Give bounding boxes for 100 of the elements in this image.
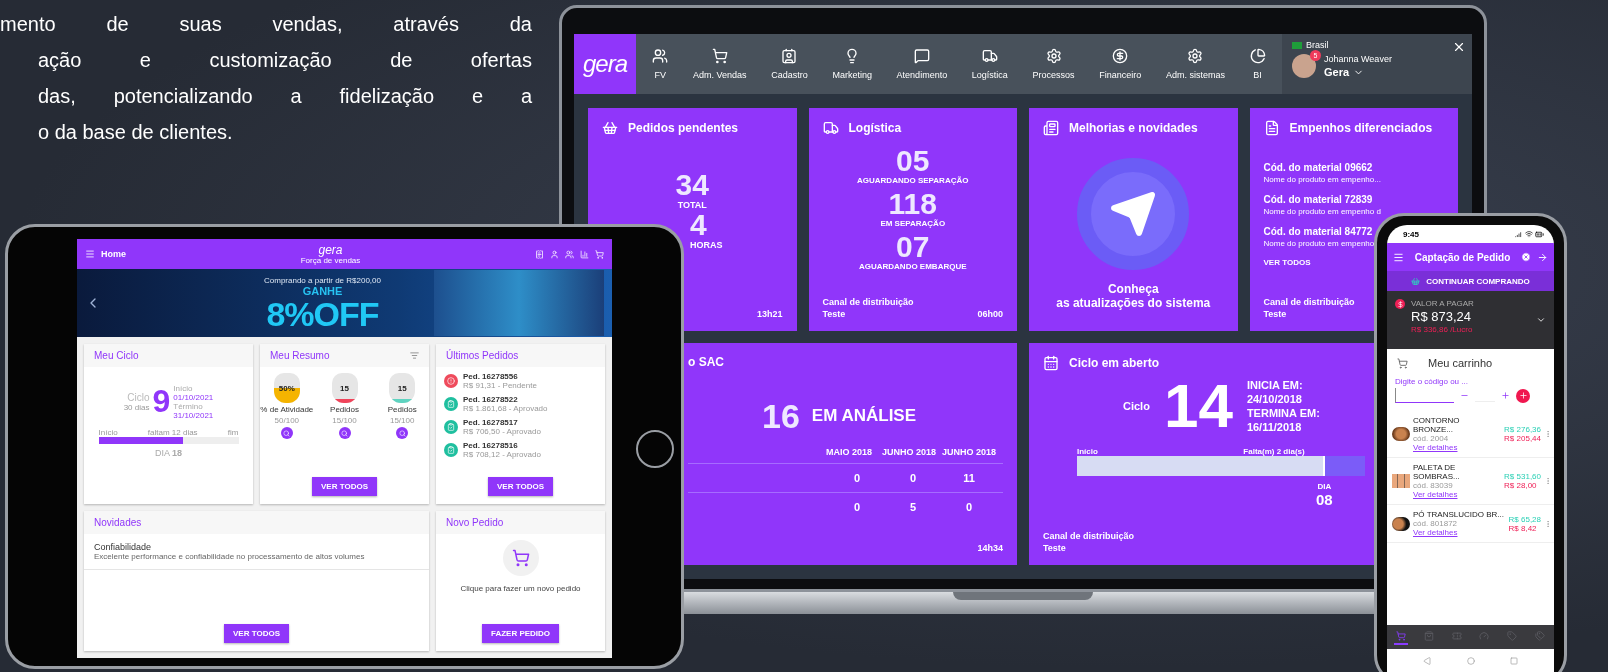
bar-label: Falta(m) 2 dia(s) <box>1243 446 1305 456</box>
nav-item[interactable]: Logística <box>971 34 1008 94</box>
channel-value: Teste <box>1263 308 1288 319</box>
stat-value: 05 <box>896 146 930 176</box>
chart-icon[interactable] <box>580 249 589 259</box>
status-label: EM ANÁLISE <box>811 405 917 426</box>
nav-item[interactable]: FV <box>652 34 669 94</box>
search-button[interactable] <box>396 427 409 439</box>
gauge-icon <box>1479 631 1490 641</box>
gauge-label: Pedidos <box>387 405 417 414</box>
plus-button[interactable] <box>1501 391 1510 400</box>
cart-icon[interactable] <box>595 249 604 259</box>
see-all-button[interactable]: VER TODOS <box>312 477 377 496</box>
nav-item[interactable]: Atendimento <box>896 34 948 94</box>
filter-icon[interactable] <box>410 351 419 360</box>
plus-icon <box>1518 391 1528 400</box>
home-icon[interactable] <box>1466 657 1475 665</box>
date-label: Início <box>173 383 193 393</box>
recents-icon[interactable] <box>1510 657 1519 665</box>
channel-value: Teste <box>1043 543 1067 553</box>
product-price: R$ 65,28 <box>1508 514 1541 524</box>
nav-item[interactable]: Cadastro <box>771 34 808 94</box>
clear-icon[interactable] <box>1521 252 1531 262</box>
gauge-label: Pedidos <box>330 405 359 414</box>
new-order-button[interactable]: FAZER PEDIDO <box>481 624 560 643</box>
chevron-down-icon[interactable] <box>1536 315 1546 325</box>
see-all-button[interactable]: VER TODOS <box>224 624 289 643</box>
details-link[interactable]: Ver detalhes <box>1413 443 1458 452</box>
back-icon[interactable] <box>1422 657 1431 665</box>
order-number: Ped. 16278556 <box>463 372 518 381</box>
status-time: 9:45 <box>1403 229 1419 239</box>
search-button[interactable] <box>338 427 351 439</box>
card-title: Melhorias e novidades <box>1069 121 1198 135</box>
day-label: DIA <box>1317 481 1332 491</box>
details-link[interactable]: Ver detalhes <box>1413 528 1458 537</box>
cart-icon <box>511 549 530 567</box>
cart-icon <box>1395 631 1406 641</box>
nav-item[interactable]: Financeiro <box>1099 34 1142 94</box>
column-header: JUNHO 2018 <box>941 446 997 457</box>
order-detail: R$ 91,31 - Pendente <box>463 381 537 390</box>
profit-text: R$ 336,86 /Lucro <box>1411 325 1473 334</box>
code-input-field[interactable] <box>1395 388 1454 403</box>
amount-value: R$ 873,24 <box>1411 309 1471 324</box>
nav-tab[interactable] <box>1393 629 1408 645</box>
users-icon[interactable] <box>565 249 574 259</box>
card-title: Meu Resumo <box>270 350 330 361</box>
input-label: Digite o código ou ... <box>1395 377 1469 386</box>
more-icon[interactable] <box>1544 519 1552 528</box>
more-icon[interactable] <box>1544 477 1552 485</box>
table-cell-text: 0 <box>852 471 862 484</box>
bag-icon <box>1423 631 1434 641</box>
add-button[interactable] <box>1516 388 1530 403</box>
channel-label: Canal de distribuição <box>1263 296 1355 307</box>
country-label: Brasil <box>1306 40 1329 50</box>
user-icon[interactable] <box>550 249 559 259</box>
gauge-label: % de Atividade <box>260 405 314 414</box>
home-button[interactable] <box>636 429 674 468</box>
logo: gera <box>574 34 636 94</box>
stat-value: 118 <box>888 189 937 219</box>
see-all-link[interactable]: VER TODOS <box>1263 258 1311 267</box>
material-code: Cód. do material 84772 <box>1263 226 1373 237</box>
arrow-right-icon[interactable] <box>1537 251 1548 263</box>
nav-item[interactable]: Processos <box>1032 34 1075 94</box>
time-label: 06h00 <box>977 308 1003 319</box>
details-link[interactable]: Ver detalhes <box>1413 490 1458 499</box>
table-cell-text: 5 <box>908 500 918 513</box>
product-code: cód. 2004 <box>1413 434 1449 443</box>
stat-value: 16 <box>762 398 800 433</box>
nav-item[interactable]: BI <box>1249 34 1266 94</box>
date-value: 31/10/2021 <box>173 410 214 420</box>
chat-icon <box>913 48 930 64</box>
document-icon <box>1263 120 1280 136</box>
order-number: Ped. 16278517 <box>463 418 518 427</box>
ticket-icon <box>1451 631 1462 641</box>
news-title: Confiabilidade <box>94 542 152 552</box>
order-detail: R$ 708,12 - Aprovado <box>463 450 541 459</box>
logo: gera <box>318 243 343 256</box>
nav-label: FV <box>654 70 667 80</box>
company-name: Gera <box>1324 66 1350 78</box>
receipt-icon[interactable] <box>535 249 544 259</box>
see-all-button[interactable]: VER TODOS <box>488 477 553 496</box>
menu-icon[interactable] <box>85 249 95 259</box>
close-button[interactable] <box>1452 40 1466 54</box>
gauge-ratio: 15/100 <box>332 416 357 425</box>
nav-item[interactable]: Adm. sistemas <box>1165 34 1225 94</box>
date-label: Término <box>173 401 203 411</box>
nav-item[interactable]: Marketing <box>832 34 872 94</box>
continue-shopping-button[interactable]: CONTINUAR COMPRANDO <box>1387 271 1554 291</box>
basket-icon <box>1411 276 1421 286</box>
id-card-icon <box>781 48 798 64</box>
menu-icon[interactable] <box>1393 251 1404 263</box>
gauge-value: 15 <box>397 383 407 393</box>
gauge-ratio: 50/100 <box>274 416 300 425</box>
channel-value: Teste <box>822 308 847 319</box>
channel-label: Canal de distribuição <box>1043 531 1135 541</box>
nav-item[interactable]: Adm. Vendas <box>693 34 747 94</box>
banner-headline: 8%OFF <box>266 296 379 331</box>
nav-label: Logística <box>971 70 1008 80</box>
search-button[interactable] <box>280 427 293 439</box>
more-icon[interactable] <box>1544 430 1552 438</box>
